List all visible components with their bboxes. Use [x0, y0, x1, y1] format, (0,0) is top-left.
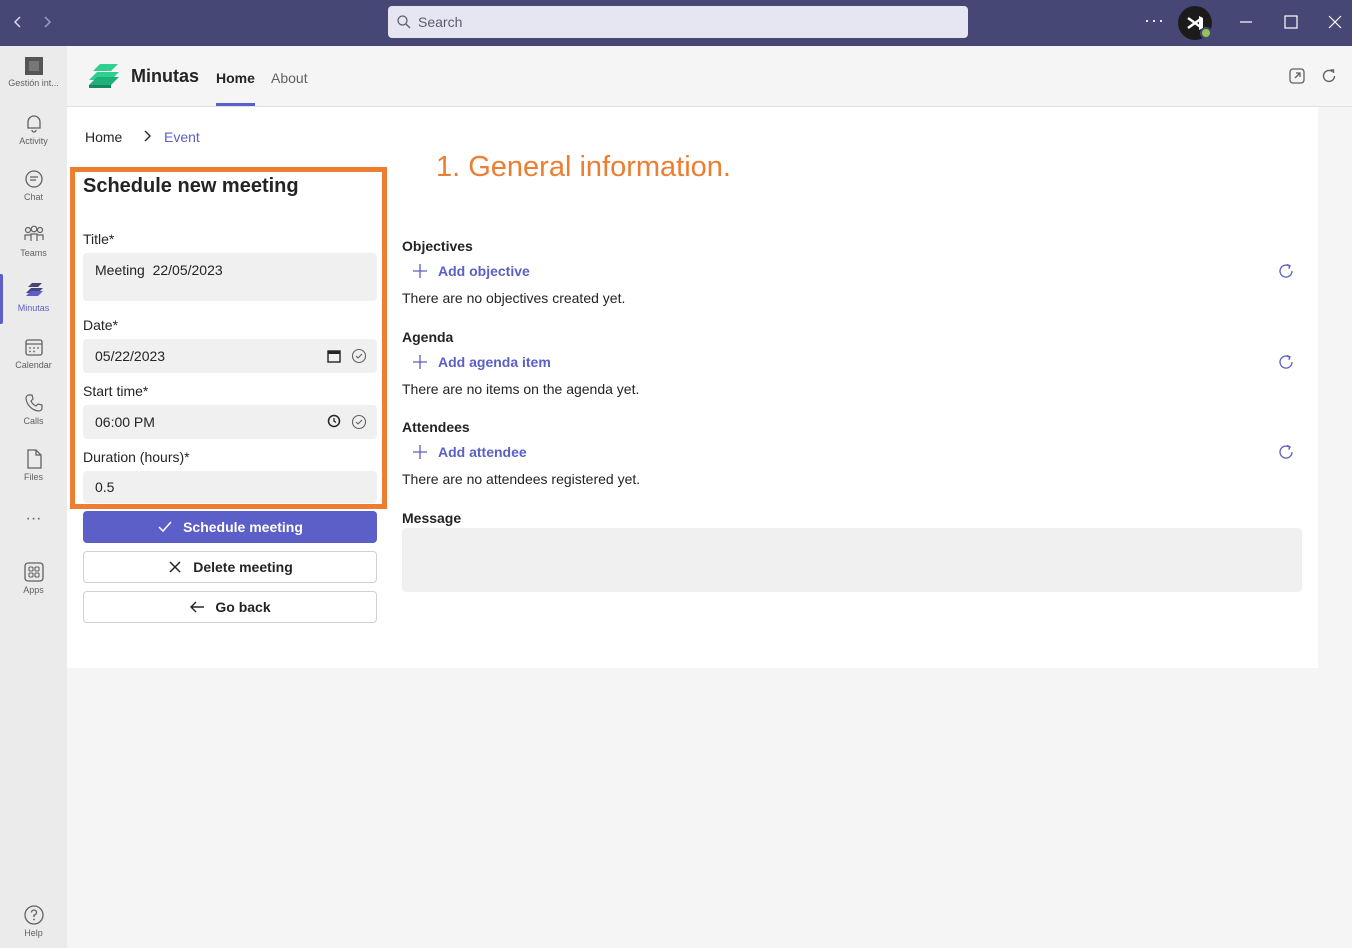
- org-icon: [24, 57, 43, 75]
- rail-item-calls[interactable]: Calls: [0, 392, 67, 442]
- presence-status-icon: [1200, 27, 1212, 39]
- rail-item-help[interactable]: Help: [0, 904, 67, 948]
- minimize-icon[interactable]: [1236, 12, 1256, 32]
- schedule-meeting-button[interactable]: Schedule meeting: [83, 511, 377, 543]
- help-icon: [23, 905, 44, 925]
- add-objective-label: Add objective: [438, 263, 530, 279]
- go-back-label: Go back: [215, 599, 271, 615]
- phone-icon: [24, 394, 43, 412]
- message-title: Message: [402, 510, 462, 526]
- popout-icon[interactable]: [1288, 67, 1306, 85]
- chevron-left-icon[interactable]: [8, 12, 28, 32]
- annotation-highlight-box: [70, 167, 387, 509]
- rail-label: Gestión int...: [8, 78, 59, 88]
- add-objective-button[interactable]: Add objective: [412, 261, 530, 281]
- close-icon: [169, 561, 181, 573]
- app-name: Minutas: [131, 66, 200, 86]
- delete-meeting-button[interactable]: Delete meeting: [83, 551, 377, 583]
- bell-icon: [26, 115, 41, 133]
- rail-label: Activity: [19, 136, 48, 146]
- search-icon: [397, 15, 411, 29]
- title-bar: Search ···: [0, 0, 1352, 46]
- active-tab-indicator: [216, 103, 255, 106]
- rail-item-files[interactable]: Files: [0, 448, 67, 498]
- file-icon: [26, 449, 42, 469]
- calendar-icon: [24, 339, 43, 356]
- rail-item-minutas[interactable]: Minutas: [0, 279, 67, 329]
- checkmark-icon: [158, 521, 172, 533]
- maximize-icon[interactable]: [1281, 12, 1301, 32]
- agenda-empty-text: There are no items on the agenda yet.: [402, 381, 640, 397]
- close-icon[interactable]: [1325, 12, 1345, 32]
- breadcrumb-home[interactable]: Home: [85, 129, 122, 145]
- plus-icon: [413, 264, 427, 278]
- chevron-right-icon: [144, 130, 151, 142]
- main-content: Home Event 1. General information. Sched…: [67, 107, 1318, 668]
- delete-meeting-label: Delete meeting: [193, 559, 293, 575]
- app-header: Minutas Home About: [67, 46, 1352, 107]
- objectives-empty-text: There are no objectives created yet.: [402, 290, 626, 306]
- add-agenda-item-button[interactable]: Add agenda item: [412, 352, 551, 372]
- search-input[interactable]: Search: [388, 6, 968, 38]
- rail-item-activity[interactable]: Activity: [0, 112, 67, 162]
- rail-item-apps[interactable]: Apps: [0, 561, 67, 611]
- add-attendee-button[interactable]: Add attendee: [412, 442, 527, 462]
- plus-icon: [413, 445, 427, 459]
- add-agenda-item-label: Add agenda item: [438, 354, 551, 370]
- add-attendee-label: Add attendee: [438, 444, 527, 460]
- apps-icon: [23, 562, 44, 582]
- arrow-left-icon: [190, 601, 205, 613]
- more-apps-icon[interactable]: ···: [0, 510, 67, 534]
- reload-icon[interactable]: [1320, 67, 1338, 85]
- go-back-button[interactable]: Go back: [83, 591, 377, 623]
- rail-label: Help: [24, 928, 43, 938]
- teams-icon: [23, 225, 44, 241]
- breadcrumb-event[interactable]: Event: [164, 129, 200, 145]
- search-placeholder: Search: [418, 14, 463, 30]
- tab-home[interactable]: Home: [216, 70, 255, 86]
- more-options-icon[interactable]: ···: [1144, 10, 1165, 31]
- rail-label: Files: [23, 472, 43, 482]
- objectives-title: Objectives: [402, 238, 473, 254]
- attendees-title: Attendees: [402, 419, 470, 435]
- rail-item-org[interactable]: Gestión int...: [0, 56, 67, 106]
- rail-item-calendar[interactable]: Calendar: [0, 336, 67, 386]
- app-rail: Gestión int... Activity Chat Teams Minut…: [0, 46, 67, 948]
- refresh-icon[interactable]: [1277, 353, 1295, 371]
- rail-label: Teams: [20, 248, 47, 258]
- tab-about[interactable]: About: [271, 70, 308, 86]
- rail-label: Chat: [23, 192, 43, 202]
- plus-icon: [413, 355, 427, 369]
- rail-label: Apps: [23, 585, 44, 595]
- chevron-right-icon[interactable]: [37, 12, 57, 32]
- annotation-label: 1. General information.: [436, 151, 731, 183]
- attendees-empty-text: There are no attendees registered yet.: [402, 471, 641, 487]
- rail-label: Minutas: [17, 303, 50, 313]
- rail-label: Calendar: [15, 360, 52, 370]
- minutas-icon: [25, 283, 43, 296]
- refresh-icon[interactable]: [1277, 262, 1295, 280]
- rail-item-teams[interactable]: Teams: [0, 224, 67, 274]
- chat-icon: [24, 170, 43, 188]
- schedule-meeting-label: Schedule meeting: [183, 519, 303, 535]
- message-textarea[interactable]: [402, 528, 1302, 592]
- agenda-title: Agenda: [402, 329, 454, 345]
- rail-label: Calls: [23, 416, 44, 426]
- refresh-icon[interactable]: [1277, 443, 1295, 461]
- minutas-logo-icon: [89, 64, 119, 88]
- rail-item-chat[interactable]: Chat: [0, 168, 67, 218]
